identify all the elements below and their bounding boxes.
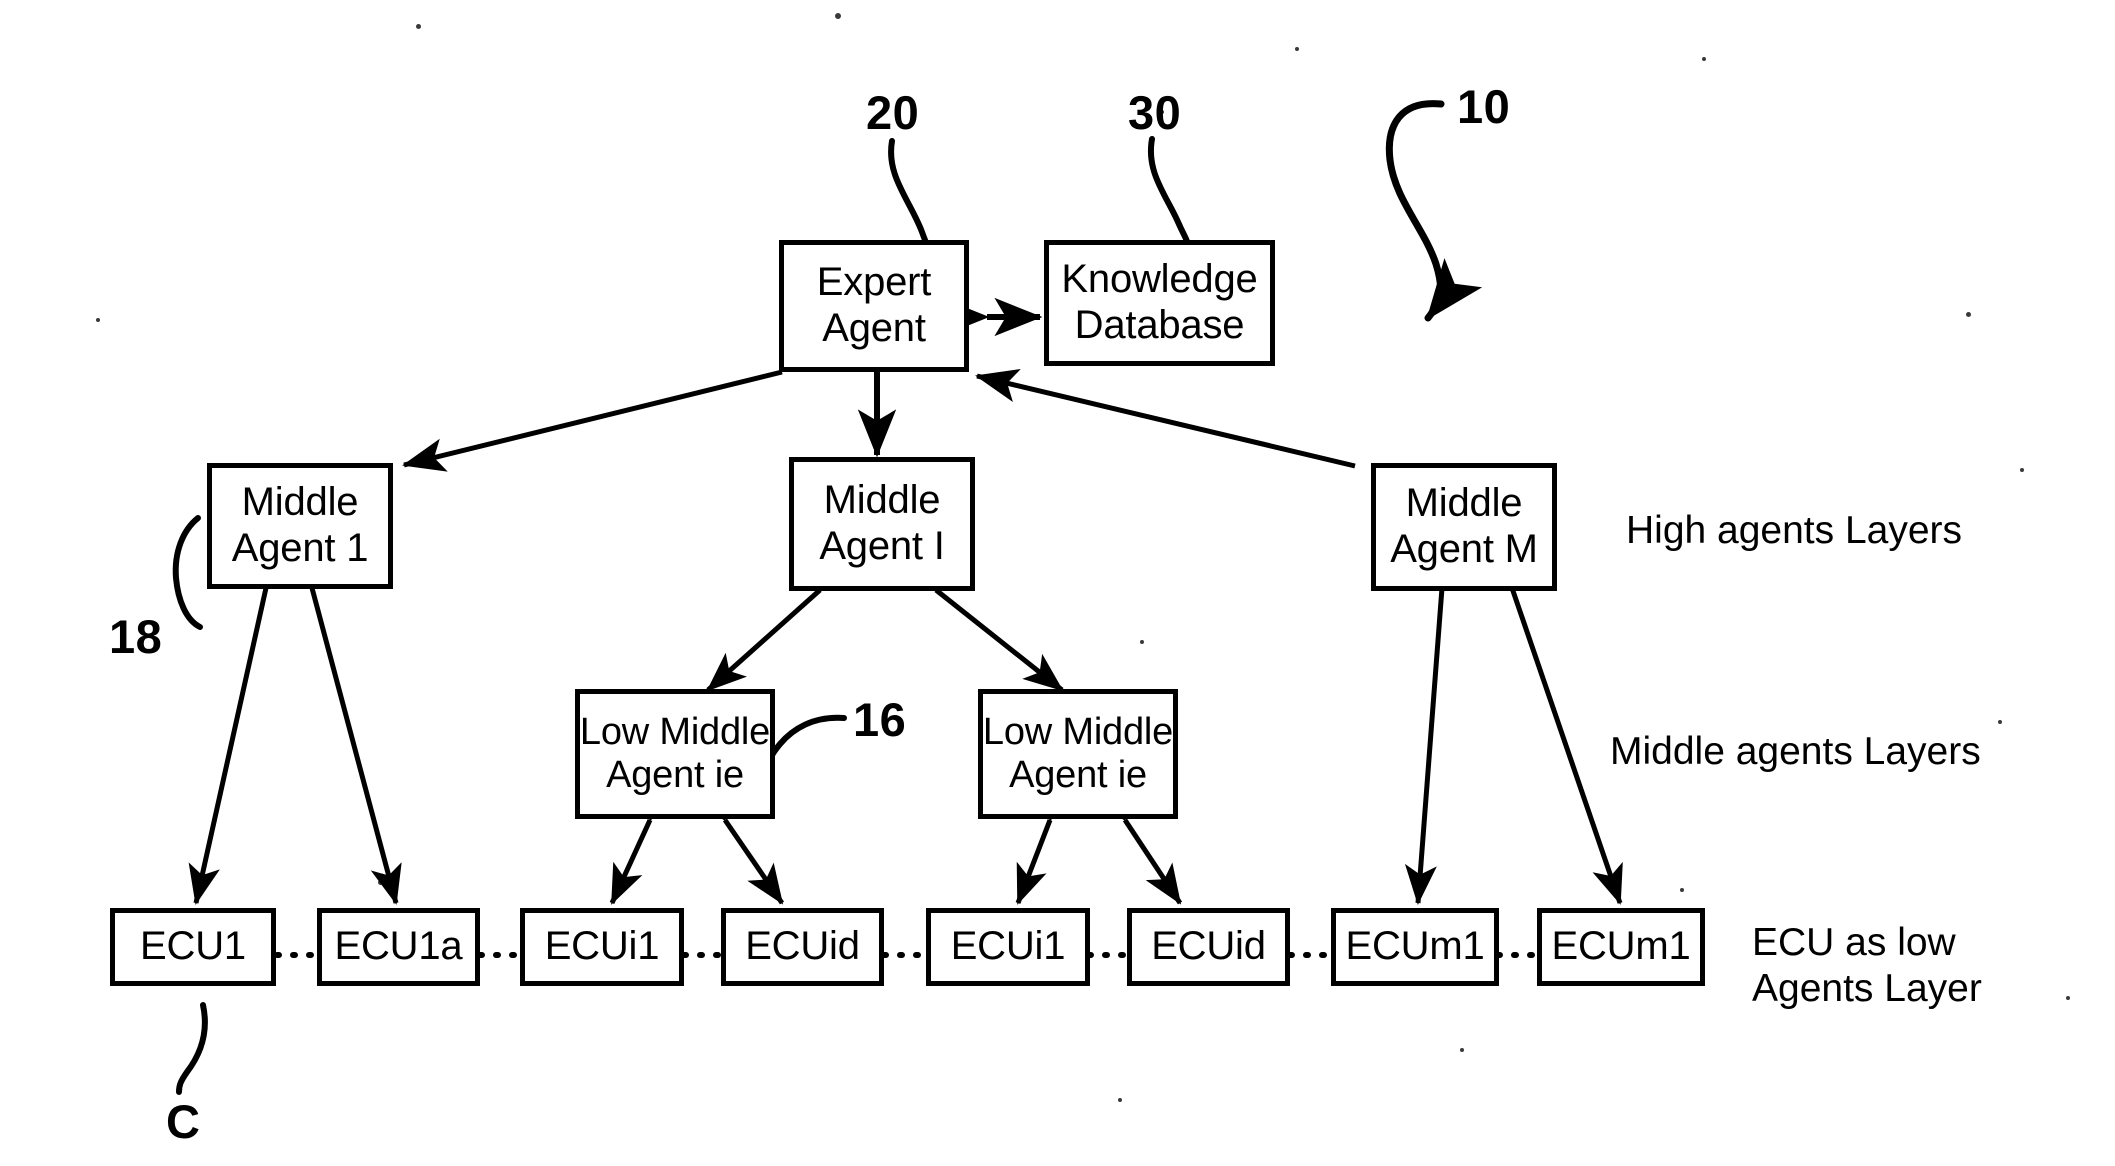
node-ecu-i1-left[interactable]: ECUi1: [520, 908, 684, 986]
node-expert-agent-line1: Expert: [816, 260, 932, 305]
link-middle-1-ecu1: [188, 547, 290, 905]
leader-10-arrow: [1385, 100, 1483, 322]
ref-numeral-10: 10: [1457, 80, 1511, 133]
link-middle-i-lowmiddle-right: [896, 553, 1064, 692]
layer-label-low: ECU as low Agents Layer: [1752, 920, 1982, 1012]
node-ecu-m1-right[interactable]: ECUm1: [1537, 908, 1705, 986]
link-lowmiddle-right-ecui1: [1015, 778, 1079, 905]
node-low-middle-agent-right-line2: Agent ie: [1009, 754, 1147, 796]
node-middle-agent-1-line2: Agent 1: [231, 526, 369, 570]
node-low-middle-agent-left-line1: Low Middle: [579, 710, 771, 753]
layer-label-middle: Middle agents Layers: [1610, 730, 1981, 773]
node-ecu-id-left-label: ECUid: [745, 924, 860, 969]
node-ecu-id-left[interactable]: ECUid: [721, 908, 884, 986]
node-knowledge-database[interactable]: Knowledge Database: [1044, 240, 1275, 366]
node-expert-agent[interactable]: Expert Agent: [779, 240, 969, 372]
leader-30: [1147, 136, 1191, 252]
scan-speck: [1966, 312, 1971, 317]
ref-numeral-30: 30: [1128, 86, 1182, 139]
scan-speck: [1998, 720, 2002, 724]
node-middle-agent-1[interactable]: Middle Agent 1: [207, 463, 393, 589]
node-expert-agent-line2: Agent: [822, 306, 926, 350]
node-middle-agent-1-line1: Middle: [241, 480, 359, 525]
node-ecu-m1-left[interactable]: ECUm1: [1331, 908, 1499, 986]
node-ecu-1a[interactable]: ECU1a: [317, 908, 480, 986]
scan-speck: [1460, 1048, 1464, 1052]
link-lowmiddle-right-ecuid: [1090, 779, 1183, 905]
link-expert-middle-1: [402, 369, 783, 472]
layer-label-low-line2: Agents Layer: [1752, 967, 1982, 1011]
leader-18: [172, 515, 203, 630]
node-ecu-id-right-label: ECUid: [1151, 924, 1266, 969]
scan-speck: [1118, 1098, 1122, 1102]
link-middle-i-lowmiddle-left: [706, 552, 860, 692]
link-middle-m-ecum1-left: [1404, 548, 1461, 905]
ref-numeral-16: 16: [853, 693, 907, 746]
scan-speck: [1140, 640, 1144, 644]
scan-speck: [1702, 57, 1706, 61]
patent-figure: 20 30 10 18 16 C Expert Agent Knowledge …: [0, 0, 2115, 1166]
node-middle-agent-m-line2: Agent M: [1390, 527, 1538, 571]
link-middle-m-ecum1-right: [1484, 546, 1623, 905]
leader-16: [766, 714, 847, 771]
node-ecu-m1-right-label: ECUm1: [1551, 924, 1691, 969]
link-middle-1-ecu1a: [286, 547, 402, 905]
node-knowledge-database-line2: Database: [1074, 303, 1245, 347]
link-lowmiddle-left-ecuid: [690, 779, 785, 905]
node-ecu-i1-right[interactable]: ECUi1: [926, 908, 1090, 986]
scan-speck: [416, 24, 421, 29]
layer-label-high: High agents Layers: [1626, 509, 1963, 552]
link-lowmiddle-left-ecui1: [609, 778, 681, 905]
scan-speck: [1680, 888, 1684, 892]
node-middle-agent-m-line1: Middle: [1405, 481, 1523, 526]
node-ecu-1a-label: ECU1a: [334, 924, 463, 969]
node-ecu-1[interactable]: ECU1: [110, 908, 276, 986]
node-low-middle-agent-right-line1: Low Middle: [982, 710, 1174, 753]
node-low-middle-agent-right[interactable]: Low Middle Agent ie: [978, 689, 1178, 819]
node-knowledge-database-line1: Knowledge: [1061, 257, 1258, 302]
node-ecu-i1-right-label: ECUi1: [950, 924, 1066, 969]
node-middle-agent-i-line1: Middle: [823, 478, 941, 523]
scan-speck: [835, 13, 841, 19]
scan-speck: [1295, 47, 1299, 51]
node-middle-agent-i[interactable]: Middle Agent I: [789, 457, 975, 591]
scan-speck: [2020, 468, 2024, 472]
ref-numeral-18: 18: [109, 610, 163, 663]
node-ecu-m1-left-label: ECUm1: [1345, 924, 1485, 969]
layer-label-low-line1: ECU as low: [1752, 921, 1956, 964]
link-middle-m-expert: [975, 368, 1356, 469]
leader-c: [176, 1002, 208, 1095]
node-middle-agent-i-line2: Agent I: [819, 524, 945, 568]
scan-speck: [2066, 996, 2070, 1000]
node-middle-agent-m[interactable]: Middle Agent M: [1371, 463, 1557, 591]
scan-speck: [378, 880, 383, 885]
node-ecu-id-right[interactable]: ECUid: [1127, 908, 1290, 986]
node-ecu-i1-left-label: ECUi1: [544, 924, 660, 969]
node-ecu-1-label: ECU1: [140, 924, 246, 969]
node-low-middle-agent-left-line2: Agent ie: [606, 754, 744, 796]
ref-numeral-20: 20: [866, 86, 920, 139]
node-low-middle-agent-left[interactable]: Low Middle Agent ie: [575, 689, 775, 819]
ref-numeral-c: C: [166, 1095, 201, 1148]
scan-speck: [96, 318, 100, 322]
